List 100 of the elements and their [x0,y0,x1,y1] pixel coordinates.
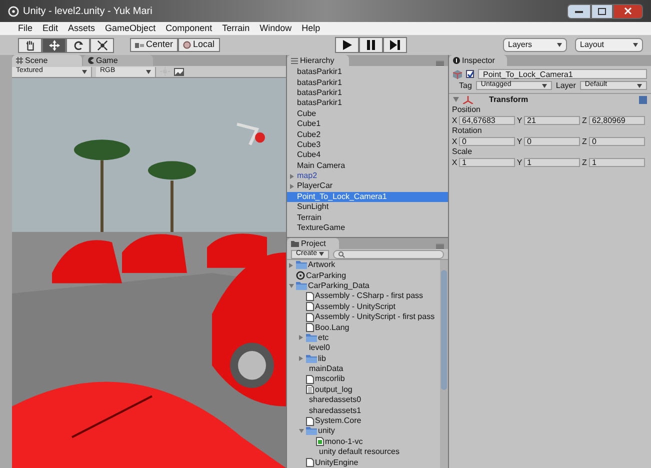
search-field[interactable] [333,250,444,258]
play-button[interactable] [335,37,360,53]
hierarchy-item[interactable]: Cube1 [287,118,448,130]
menu-item[interactable]: Assets [68,22,96,36]
hierarchy-item[interactable]: batasParkir1 [287,67,448,78]
hierarchy-item[interactable]: batasParkir1 [287,88,448,98]
minimize-icon [575,10,583,12]
collapse-arrow-icon[interactable] [288,284,294,288]
close-button[interactable] [613,4,643,18]
layer-label: Layer [556,80,576,92]
expand-arrow-icon[interactable] [289,262,293,268]
text-document-icon [306,385,314,394]
project-item[interactable]: lib [287,354,440,364]
number-field[interactable]: 1 [459,158,515,167]
number-field[interactable]: 21 [524,116,580,125]
menu-item[interactable]: Window [260,22,292,36]
expand-arrow-icon[interactable] [299,356,303,362]
expand-arrow-icon[interactable] [453,97,459,102]
panel-menu-icon[interactable] [436,61,444,66]
globe-icon [183,41,192,49]
project-item[interactable]: sharedassets1 [287,405,440,416]
number-field[interactable]: 62,80969 [589,116,645,125]
tool-button[interactable] [18,38,42,52]
game-tab[interactable]: Game [83,55,153,66]
menu-item[interactable]: Edit [42,22,58,36]
minimize-button[interactable] [567,4,591,18]
number-field[interactable]: 1 [524,158,580,167]
hierarchy-item[interactable]: Cube4 [287,150,448,161]
hierarchy-item[interactable]: Point_To_Lock_Camera1 [287,192,448,202]
project-item[interactable]: UnityEngine [287,457,440,468]
rotate-icon [72,40,84,50]
caret-icon [637,84,642,88]
caret-icon [82,70,87,74]
image-icon[interactable] [174,68,184,76]
project-item[interactable]: mono-1-vc [287,436,440,448]
pivot-rotation-button[interactable]: Local [178,38,220,52]
project-tab[interactable]: Project [287,238,339,249]
project-item[interactable]: CarParking [287,270,440,281]
hierarchy-tab[interactable]: Hierarchy [287,55,349,66]
project-item[interactable]: unity [287,426,440,437]
pause-button[interactable] [359,37,384,53]
tool-button[interactable] [66,38,90,52]
project-item[interactable]: unity default resources [287,447,440,458]
scrollbar[interactable] [440,260,448,468]
scene-tab[interactable]: Scene [12,55,82,66]
layers-dropdown[interactable]: Layers [503,38,567,52]
caret-icon [633,43,638,47]
project-item[interactable]: Assembly - UnityScript [287,302,440,312]
hierarchy-item[interactable]: Cube3 [287,140,448,150]
project-item[interactable]: Assembly - UnityScript - first pass [287,312,440,322]
project-item[interactable]: Assembly - CSharp - first pass [287,291,440,302]
pivot-mode-button[interactable]: Center [130,38,178,52]
project-item[interactable]: sharedassets0 [287,395,440,406]
hierarchy-item[interactable]: Cube2 [287,129,448,140]
folder-icon [306,354,317,363]
number-field[interactable]: 0 [589,137,645,146]
number-field[interactable]: 0 [459,137,515,146]
project-item[interactable]: CarParking_Data [287,280,440,292]
hierarchy-item[interactable]: SunLight [287,202,448,212]
hierarchy-item[interactable]: Cube [287,108,448,119]
step-button[interactable] [383,37,408,53]
list-icon [291,58,298,64]
inspector-tab[interactable]: Inspector [449,55,507,66]
menu-item[interactable]: GameObject [105,22,156,36]
project-item[interactable]: System.Core [287,416,440,426]
hierarchy-item[interactable]: batasParkir1 [287,77,448,88]
hierarchy-item[interactable]: TextureGame [287,222,448,234]
project-item[interactable]: Boo.Lang [287,322,440,333]
tool-button[interactable] [42,38,66,52]
tool-button[interactable] [90,38,114,52]
menu-item[interactable]: Terrain [222,22,250,36]
info-icon [453,57,460,64]
layout-dropdown[interactable]: Layout [575,38,643,52]
project-item[interactable]: level0 [287,343,440,354]
panel-menu-icon[interactable] [436,244,444,249]
hierarchy-item[interactable]: Terrain [287,212,448,223]
expand-arrow-icon[interactable] [299,335,303,340]
scroll-thumb[interactable] [441,270,447,390]
hierarchy-item[interactable]: Main Camera [287,160,448,171]
hierarchy-item[interactable]: batasParkir1 [287,98,448,109]
number-field[interactable]: 64,67683 [459,116,515,125]
menu-item[interactable]: Help [302,22,320,36]
project-item[interactable]: etc [287,332,440,344]
script-icon[interactable] [639,96,647,104]
unity-logo-icon [296,271,305,280]
maximize-button[interactable] [591,4,613,18]
hierarchy-item[interactable]: map2 [287,170,448,182]
number-field[interactable]: 0 [524,137,580,146]
object-name-field[interactable]: Point_To_Lock_Camera1 [478,69,647,79]
project-item[interactable]: mscorlib [287,374,440,385]
collapse-arrow-icon[interactable] [298,429,304,434]
hierarchy-item[interactable]: PlayerCar [287,181,448,192]
project-item[interactable]: output_log [287,384,440,396]
menu-item[interactable]: File [18,22,33,36]
number-field[interactable]: 1 [589,158,645,167]
project-item[interactable]: mainData [287,364,440,374]
menu-item[interactable]: Component [166,22,212,36]
active-checkbox[interactable] [466,70,474,78]
project-item[interactable]: Artwork [287,260,440,270]
script-file-icon [316,437,324,446]
